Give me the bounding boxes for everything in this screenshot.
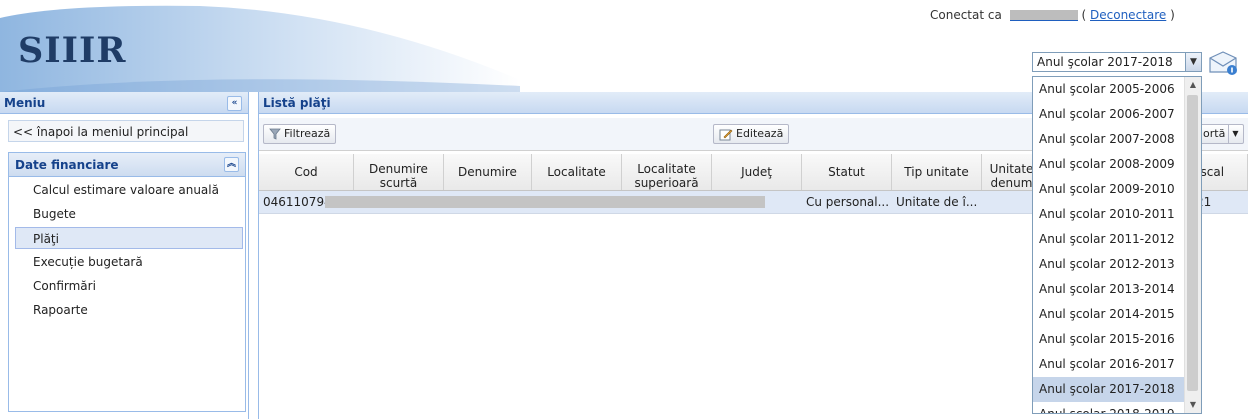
col-localitate[interactable]: Localitate — [532, 154, 622, 190]
col-statut[interactable]: Statut — [802, 154, 892, 190]
menu-item-plati[interactable]: Plăţi — [15, 227, 243, 249]
user-status: Conectat ca ( Deconectare ) — [930, 8, 1175, 22]
filter-label: Filtrează — [284, 127, 331, 140]
redacted-text — [325, 196, 765, 208]
menu-panel: Meniu « << înapoi la meniul principal Da… — [0, 92, 249, 419]
export-button[interactable]: ortă ▼ — [1199, 124, 1244, 144]
edit-icon — [719, 129, 733, 140]
section-header[interactable]: Date financiare ︽ — [9, 153, 245, 177]
menu-item-calcul-estimare[interactable]: Calcul estimare valoare anuală — [9, 179, 245, 201]
paren-close: ) — [1170, 8, 1175, 22]
connected-label: Conectat ca — [930, 8, 1002, 22]
scroll-up-icon[interactable]: ▲ — [1185, 77, 1201, 93]
dropdown-arrow-icon: ▼ — [1228, 125, 1238, 143]
school-year-select[interactable]: Anul şcolar 2017-2018 — [1032, 52, 1186, 72]
year-option[interactable]: Anul şcolar 2013-2014 — [1033, 277, 1201, 302]
menu-header: Meniu « — [0, 92, 248, 114]
year-option[interactable]: Anul şcolar 2008-2009 — [1033, 152, 1201, 177]
export-label: ortă — [1203, 127, 1226, 140]
app-logo[interactable]: SIIIR — [18, 30, 126, 71]
year-option[interactable]: Anul şcolar 2014-2015 — [1033, 302, 1201, 327]
menu-item-rapoarte[interactable]: Rapoarte — [9, 299, 245, 321]
col-judet[interactable]: Judeţ — [712, 154, 802, 190]
year-option[interactable]: Anul şcolar 2012-2013 — [1033, 252, 1201, 277]
scrollbar-thumb[interactable] — [1187, 95, 1198, 391]
content-title: Listă plăţi — [263, 96, 331, 110]
cell-tip-unitate: Unitate de î... — [896, 195, 978, 209]
section-title: Date financiare — [15, 158, 119, 172]
financial-data-section: Date financiare ︽ Calcul estimare valoar… — [8, 152, 246, 412]
edit-button[interactable]: Editează — [713, 124, 790, 144]
year-option[interactable]: Anul şcolar 2018-2019 — [1033, 402, 1201, 413]
menu-title: Meniu — [4, 96, 46, 110]
filter-icon — [269, 128, 281, 140]
menu-item-bugete[interactable]: Bugete — [9, 203, 245, 225]
dropdown-scrollbar[interactable]: ▲ ▼ — [1184, 77, 1201, 413]
col-denumire[interactable]: Denumire — [444, 154, 532, 190]
year-option-selected[interactable]: Anul şcolar 2017-2018 — [1033, 377, 1201, 402]
collapse-up-icon[interactable]: ︽ — [224, 157, 239, 172]
collapse-left-icon[interactable]: « — [227, 96, 242, 111]
mail-icon[interactable] — [1208, 50, 1238, 76]
year-option[interactable]: Anul şcolar 2005-2006 — [1033, 77, 1201, 102]
year-option[interactable]: Anul şcolar 2007-2008 — [1033, 127, 1201, 152]
back-to-main-menu-link[interactable]: << înapoi la meniul principal — [8, 120, 244, 142]
year-option[interactable]: Anul şcolar 2006-2007 — [1033, 102, 1201, 127]
year-option[interactable]: Anul şcolar 2011-2012 — [1033, 227, 1201, 252]
col-tip-unitate[interactable]: Tip unitate — [892, 154, 982, 190]
scroll-down-icon[interactable]: ▼ — [1185, 397, 1201, 413]
logout-link[interactable]: Deconectare — [1090, 8, 1166, 22]
school-year-dropdown-list[interactable]: Anul şcolar 2005-2006 Anul şcolar 2006-2… — [1032, 76, 1202, 414]
year-option[interactable]: Anul şcolar 2010-2011 — [1033, 202, 1201, 227]
menu-item-executie-bugetara[interactable]: Execuție bugetară — [9, 251, 245, 273]
col-cod[interactable]: Cod — [259, 154, 354, 190]
menu-item-confirmari[interactable]: Confirmări — [9, 275, 245, 297]
col-localitate-superioara[interactable]: Localitate superioară — [622, 154, 712, 190]
paren-open: ( — [1081, 8, 1087, 22]
col-denumire-scurta[interactable]: Denumire scurtă — [354, 154, 444, 190]
cell-statut: Cu personal... — [806, 195, 890, 209]
year-option[interactable]: Anul şcolar 2009-2010 — [1033, 177, 1201, 202]
year-option[interactable]: Anul şcolar 2015-2016 — [1033, 327, 1201, 352]
chevron-down-icon[interactable]: ▼ — [1186, 52, 1202, 72]
edit-label: Editează — [736, 127, 784, 140]
username-redacted[interactable] — [1009, 10, 1078, 21]
filter-button[interactable]: Filtrează — [263, 124, 337, 144]
year-option[interactable]: Anul şcolar 2016-2017 — [1033, 352, 1201, 377]
